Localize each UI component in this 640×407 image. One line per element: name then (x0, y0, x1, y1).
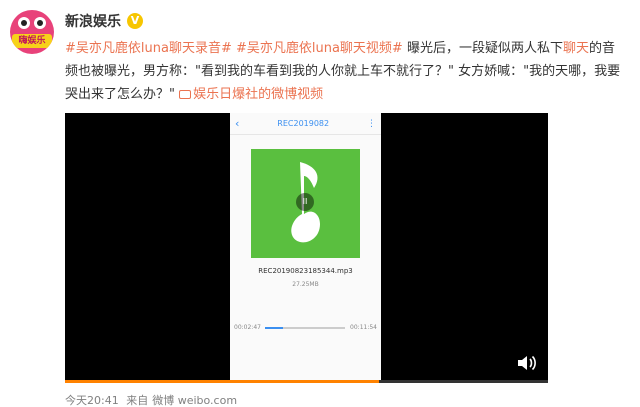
avatar[interactable]: 嗨娱乐 (10, 10, 54, 54)
video-source-link[interactable]: 娱乐日爆社的微博视频 (179, 87, 323, 102)
audio-progress-fill (265, 327, 284, 329)
audio-time-current: 00:02:47 (234, 324, 261, 331)
speaker-icon[interactable] (518, 355, 536, 371)
avatar-eye-left (18, 17, 30, 29)
video-progress-fill (65, 380, 379, 383)
topic-link-1[interactable]: #吴亦凡鹿依luna聊天录音# (65, 41, 232, 56)
video-source-word: 视频 (297, 87, 324, 102)
post-header: 新浪娱乐 V (65, 10, 143, 32)
post-footer: 今天20:41 来自 微博 weibo.com (65, 392, 241, 407)
post-source[interactable]: 微博 weibo.com (152, 394, 237, 407)
video-player[interactable]: ‹ REC2019082 ⋮ II REC20190823185344.mp3 … (65, 113, 548, 383)
post-text-part1: 曝光后，一段疑似两人私下 (402, 41, 563, 56)
phone-title: REC2019082 (277, 119, 330, 128)
more-dots-icon: ⋮ (366, 118, 376, 129)
video-camera-icon (179, 90, 192, 99)
post-time[interactable]: 今天20:41 (65, 394, 119, 407)
phone-nav-bar: ‹ REC2019082 ⋮ (230, 113, 381, 135)
audio-filename: REC20190823185344.mp3 (258, 267, 353, 275)
user-name[interactable]: 新浪娱乐 (65, 11, 121, 31)
audio-progress-track (265, 327, 345, 329)
post-text: #吴亦凡鹿依luna聊天录音# #吴亦凡鹿依luna聊天视频# 曝光后，一段疑似… (65, 37, 625, 106)
back-chevron-icon: ‹ (235, 117, 240, 130)
source-prefix: 来自 (126, 394, 149, 407)
pause-icon: II (296, 193, 314, 211)
topic-link-2[interactable]: #吴亦凡鹿依luna聊天视频# (236, 41, 403, 56)
audio-time-total: 00:11:54 (350, 324, 377, 331)
video-source-name: 娱乐日爆社的微博 (193, 87, 298, 102)
audio-filesize: 27.25MB (292, 281, 319, 288)
avatar-eye-right (34, 17, 46, 29)
verified-badge-icon: V (127, 13, 143, 29)
video-progress-bar[interactable] (65, 380, 548, 383)
audio-cover: II (251, 149, 360, 258)
chat-link[interactable]: 聊天 (563, 41, 589, 56)
avatar-logo-text: 嗨娱乐 (12, 34, 52, 48)
phone-screen: ‹ REC2019082 ⋮ II REC20190823185344.mp3 … (230, 113, 381, 383)
